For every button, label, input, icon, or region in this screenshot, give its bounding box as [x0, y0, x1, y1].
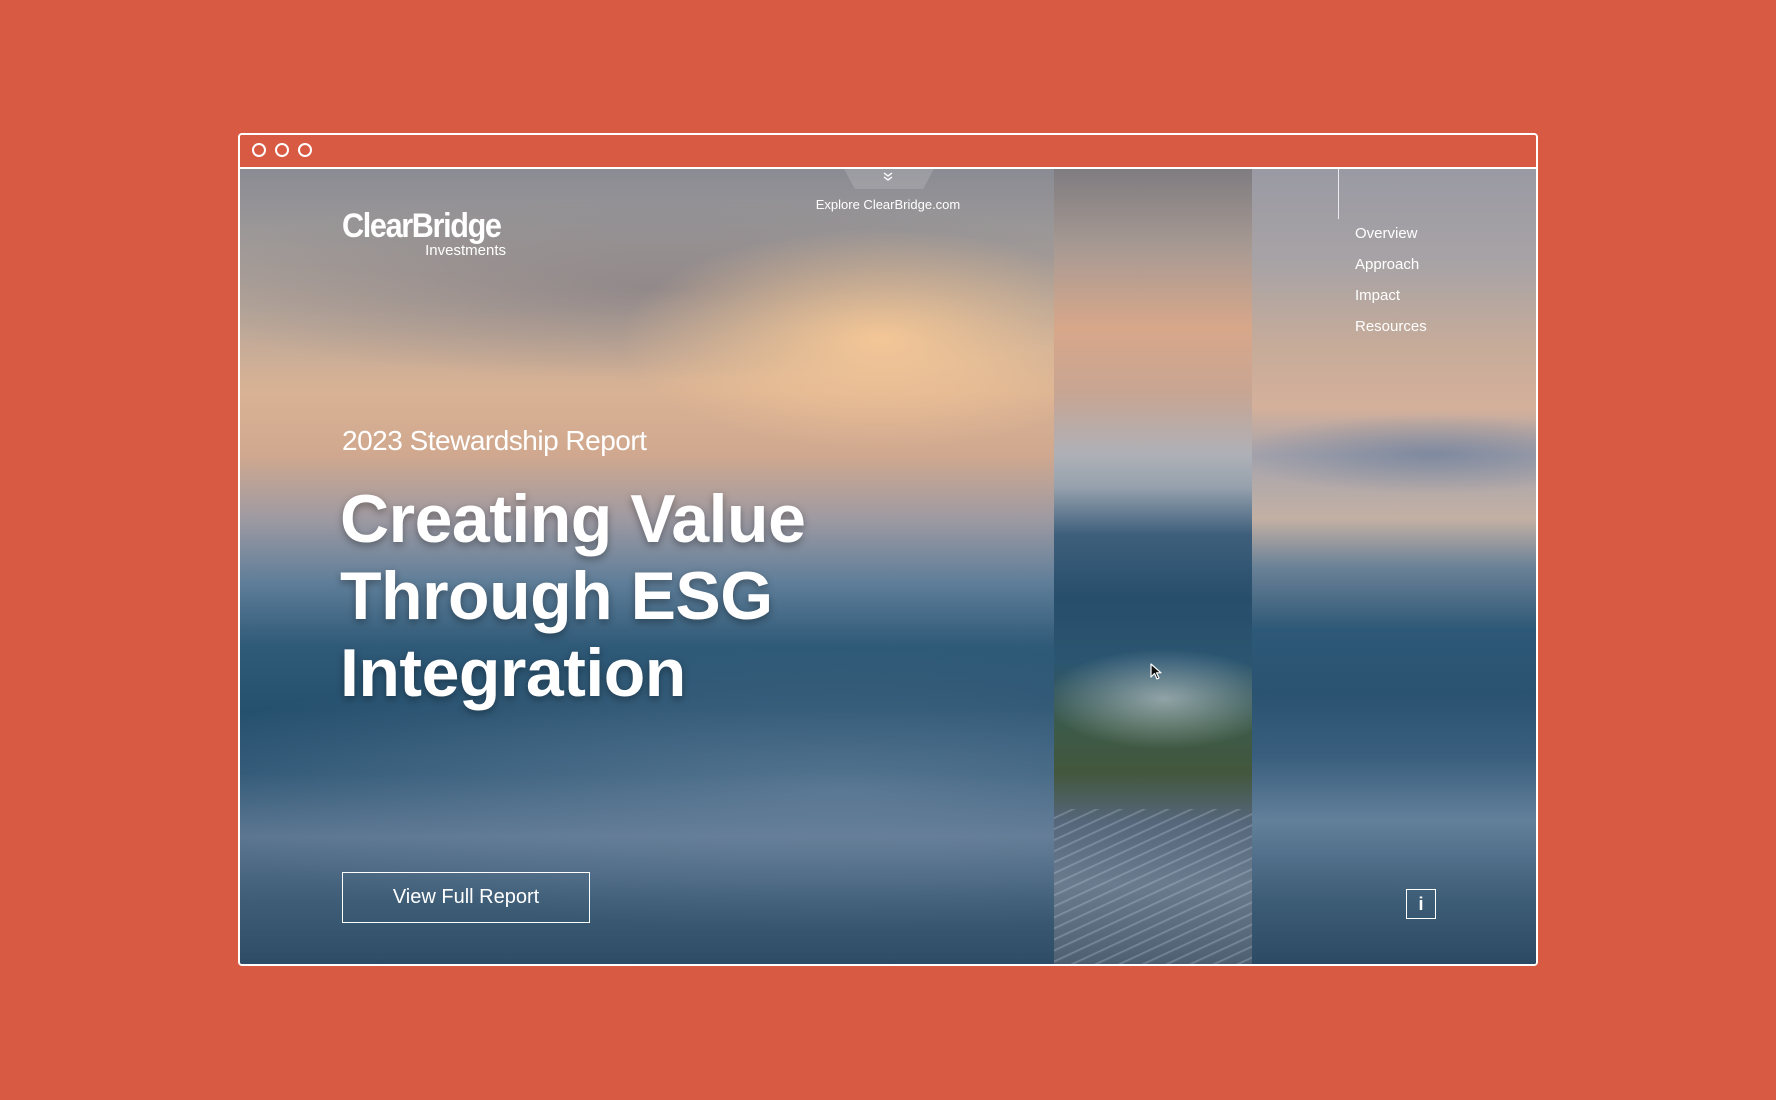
headline-line-1: Creating Value	[340, 481, 806, 557]
info-button[interactable]: i	[1406, 889, 1436, 919]
hero-headline: Creating Value Through ESG Integration	[340, 481, 960, 712]
report-subtitle: 2023 Stewardship Report	[342, 425, 647, 456]
window-titlebar	[240, 135, 1536, 169]
nav-divider	[1338, 169, 1339, 219]
explore-clearbridge-link[interactable]: Explore ClearBridge.com	[800, 197, 976, 212]
headline-line-2: Through ESG	[340, 558, 773, 634]
nav-item-resources[interactable]: Resources	[1355, 316, 1427, 347]
mouse-cursor-icon	[1150, 663, 1164, 681]
double-chevron-down-icon[interactable]	[878, 171, 898, 185]
clearbridge-logo[interactable]: ClearBridge Investments	[342, 209, 512, 265]
view-full-report-button[interactable]: View Full Report	[342, 872, 590, 923]
browser-window: Explore ClearBridge.com ClearBridge Inve…	[238, 133, 1538, 966]
logo-subtitle: Investments	[425, 242, 506, 259]
close-window-button[interactable]	[252, 143, 266, 157]
nav-item-approach[interactable]: Approach	[1355, 254, 1427, 285]
main-nav: Overview Approach Impact Resources	[1355, 223, 1427, 347]
nav-item-overview[interactable]: Overview	[1355, 223, 1427, 254]
minimize-window-button[interactable]	[275, 143, 289, 157]
headline-line-3: Integration	[340, 635, 686, 711]
hero-background-sharp-strip	[1054, 169, 1252, 964]
logo-wordmark: ClearBridge	[342, 207, 502, 245]
maximize-window-button[interactable]	[298, 143, 312, 157]
nav-item-impact[interactable]: Impact	[1355, 285, 1427, 316]
page-viewport: Explore ClearBridge.com ClearBridge Inve…	[240, 169, 1536, 964]
